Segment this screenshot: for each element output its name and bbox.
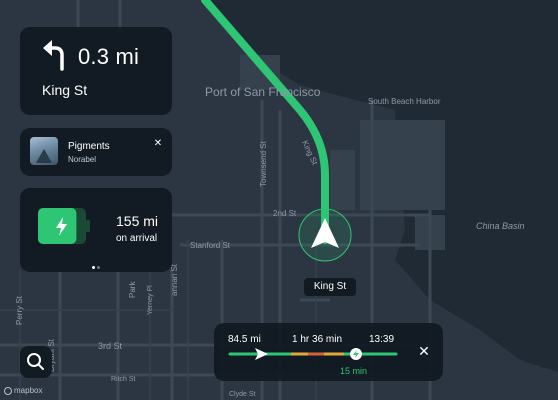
map-label-brannan-st: annan St (170, 263, 179, 296)
battery-charging-icon (38, 208, 90, 244)
vehicle-position-icon (298, 208, 352, 262)
trip-duration: 1 hr 36 min (292, 334, 343, 345)
close-trip-button[interactable]: ✕ (414, 341, 434, 361)
pagination-dot[interactable] (97, 266, 100, 269)
map-label-china-basin: China Basin (476, 221, 525, 231)
turn-street-name: King St (42, 82, 88, 98)
mapbox-logo[interactable]: mapbox (4, 386, 42, 395)
range-on-arrival-value: 155 mi (116, 213, 159, 229)
map-label-ritch-st: Ritch St (111, 376, 136, 383)
map-label-2nd-st: 2nd St (273, 209, 297, 218)
range-on-arrival-caption: on arrival (116, 233, 158, 244)
battery-card[interactable]: 155 mi on arrival (20, 188, 172, 272)
track-artist: Norabel (68, 155, 97, 164)
pagination-dots[interactable] (92, 266, 100, 270)
album-art (30, 137, 58, 165)
map-label-south-beach-harbor: South Beach Harbor (368, 97, 441, 106)
map-label-clyde-st: Clyde St (229, 391, 256, 398)
current-street-label: King St (304, 278, 356, 296)
turn-distance: 0.3 mi (78, 44, 140, 69)
mapbox-logo-text: mapbox (14, 386, 43, 395)
trip-summary-card[interactable]: 84.5 mi 1 hr 36 min 13:39 15 min ✕ (214, 323, 443, 381)
search-icon (27, 353, 44, 370)
trip-arrival-time: 13:39 (369, 334, 395, 345)
search-button[interactable] (20, 346, 52, 378)
track-title: Pigments (68, 141, 110, 152)
map-label-stanford-st: Stanford St (190, 241, 231, 250)
trip-progress-bar (228, 348, 398, 360)
turn-instruction-card[interactable]: 0.3 mi King St (20, 27, 172, 115)
charging-stop-icon (350, 348, 362, 360)
map-label-yerney-pl: Yerney Pl (147, 285, 154, 315)
turn-left-arrow-icon (43, 40, 64, 71)
charging-stop-duration: 15 min (340, 366, 368, 376)
media-player-card[interactable]: Pigments Norabel ✕ (20, 128, 172, 176)
close-icon[interactable]: ✕ (150, 136, 166, 152)
pagination-dot[interactable] (92, 266, 95, 269)
map-label-port: Port of San Francisco (205, 85, 321, 99)
map-label-park: Park (128, 281, 137, 298)
trip-distance-remaining: 84.5 mi (228, 334, 261, 345)
mapbox-logo-mark (4, 386, 12, 395)
map-label-townsend-st: Townsend St (259, 140, 268, 187)
map-label-3rd-st: 3rd St (98, 341, 123, 351)
map-label-perry-st: Perry St (15, 295, 24, 325)
